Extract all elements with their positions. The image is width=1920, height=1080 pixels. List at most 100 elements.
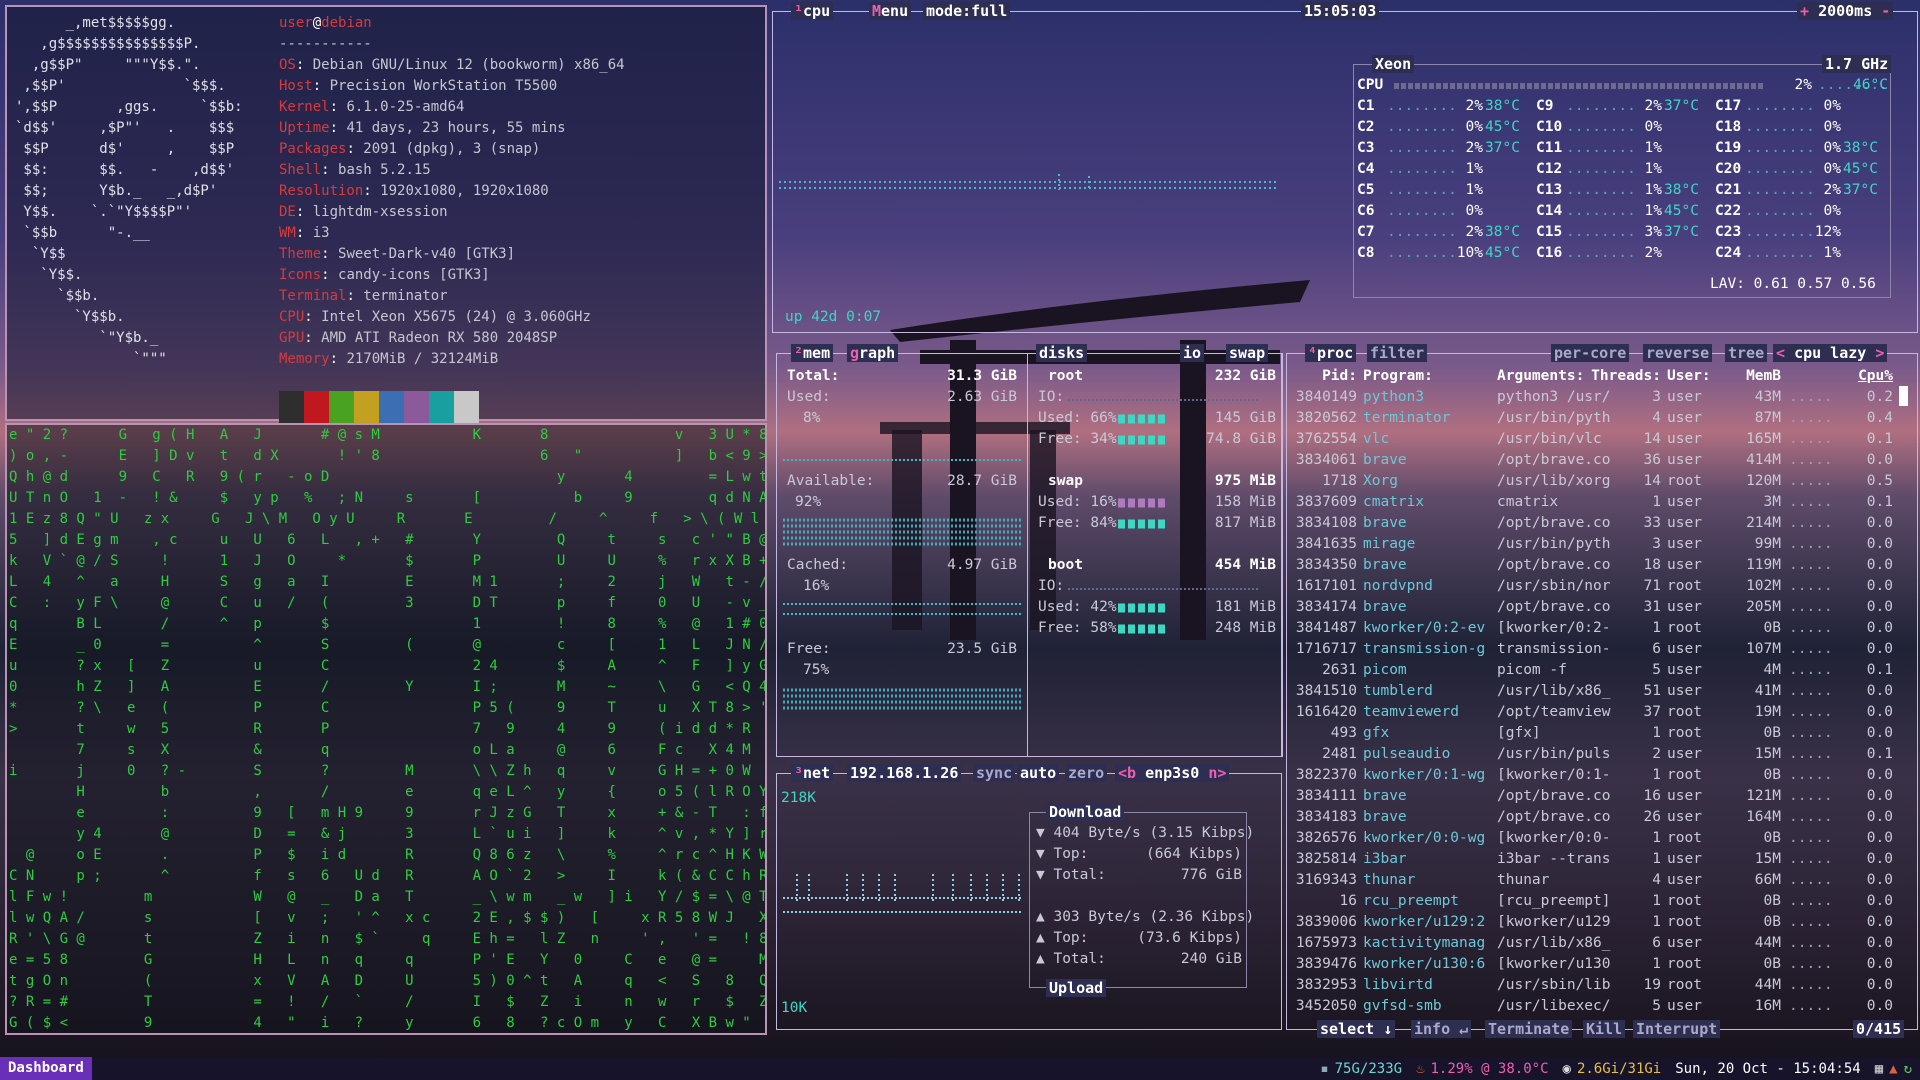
graph-toggle[interactable]: graph [847, 344, 899, 362]
core-percent: 2% [1644, 245, 1662, 261]
sort-prev[interactable]: < [1776, 344, 1785, 362]
table-row[interactable]: 3840149 python3 python3 /usr/3 user 43M 0.2..… [1287, 387, 1907, 408]
mem-tab[interactable]: ²mem [791, 344, 834, 362]
sync-toggle[interactable]: sync [973, 764, 1016, 782]
tree-toggle[interactable]: tree [1725, 344, 1768, 362]
reverse-toggle[interactable]: reverse [1643, 344, 1713, 362]
proc-header-mem[interactable]: MemB [1725, 366, 1781, 387]
table-row[interactable]: 3825814 i3bar i3bar --trans 1 user 15M 0.0....… [1287, 849, 1907, 870]
table-row[interactable]: 3834174 brave/opt/brave.co 31 user 205M 0.0..… [1287, 597, 1907, 618]
interval-minus[interactable]: - [1881, 2, 1890, 20]
menu-button[interactable]: Menu [869, 2, 912, 20]
sort-next[interactable]: > [1875, 344, 1884, 362]
per-core-toggle[interactable]: per-core [1551, 344, 1630, 362]
filter-button[interactable]: filter [1367, 344, 1428, 362]
table-row[interactable]: 16 rcu_preempt [rcu_preempt] 1 root 0B 0.0....… [1287, 891, 1907, 912]
proc-header-cpu[interactable]: Cpu% [1843, 366, 1893, 387]
table-row[interactable]: 3832953 libvirtd/usr/sbin/lib 19 root 44M 0.0… [1287, 975, 1907, 996]
table-row[interactable]: 3837609 cmatrix cmatrix 1 user 3M 0.1..... [1287, 492, 1907, 513]
tray-icon-network[interactable]: ▦ [1875, 1061, 1883, 1077]
matrix-line: 5 ] d E g m , c u U 6 L , + # Y Q t s c … [9, 532, 767, 548]
workspace-dashboard[interactable]: Dashboard [0, 1057, 92, 1080]
cell-program: kworker/u130:6 [1363, 956, 1486, 972]
cell-program: brave [1363, 788, 1407, 804]
table-row[interactable]: 3820562 terminator/usr/bin/pyth 4 user 87M 0.… [1287, 408, 1907, 429]
select-button[interactable]: select ↓ [1317, 1020, 1396, 1038]
matrix-line: C : y F \ @ C u / ( 3 D T p f 0 U - v _ [9, 595, 767, 611]
info-key: GPU [279, 330, 305, 346]
net-tab[interactable]: ³net [791, 764, 834, 782]
cpu-tab-label: cpu [803, 2, 831, 20]
proc-header-user[interactable]: User: [1667, 366, 1727, 387]
table-row[interactable]: 3762554 vlc/usr/bin/vlc 14 user 165M 0.1..... [1287, 429, 1907, 450]
cell-threads: 1 [1652, 956, 1661, 972]
table-row[interactable]: 3452050 gvfsd-smb/usr/libexec/5 user 16M 0.0… [1287, 996, 1907, 1017]
mode-button[interactable]: mode:full [923, 2, 1011, 20]
net-stats-box: Download ▼ 404 Byte/s (3.15 Kibps) ▼ Top… [1029, 803, 1254, 997]
tray-icon-vlc[interactable]: ▲ [1889, 1061, 1897, 1077]
table-row[interactable]: 3826576 kworker/0:0-wg [kworker/0:0- 1 root 0… [1287, 828, 1907, 849]
core-percent: 0% [1823, 98, 1841, 114]
interval-control[interactable]: + 2000ms - [1797, 2, 1894, 20]
interval-plus[interactable]: + [1800, 2, 1809, 20]
proc-header-threads[interactable]: Threads: [1579, 366, 1661, 387]
cell-pid: 3841487 [1295, 620, 1357, 636]
interface-prev[interactable]: <b [1118, 764, 1136, 782]
cell-pid: 3834111 [1295, 788, 1357, 804]
core-percent: 2% [1823, 182, 1841, 198]
cmatrix-terminal[interactable]: e " 2 ? G g ( H A J # @ s M K 8 v 3 U * … [5, 423, 767, 1035]
info-row: Shell: bash 5.2.15 [279, 160, 625, 181]
download-top-value: (664 Kibps) [1145, 846, 1242, 862]
table-row[interactable]: 3841635 mirage/usr/bin/pyth 3 user 99M 0.0...… [1287, 534, 1907, 555]
cell-mem: 164M [1746, 809, 1781, 825]
table-row[interactable]: 3169343 thunar thunar 4 user 66M 0.0..... [1287, 870, 1907, 891]
zero-toggle[interactable]: zero [1065, 764, 1108, 782]
interface-selector[interactable]: <b enp3s0 n> [1115, 764, 1230, 782]
proc-header-program[interactable]: Program: [1363, 366, 1497, 387]
table-row[interactable]: 3834183 brave/opt/brave.co 26 user 164M 0.0..… [1287, 807, 1907, 828]
table-row[interactable]: 1675973 kactivitymanag/usr/lib/x86_ 6 user 4… [1287, 933, 1907, 954]
info-row: Kernel: 6.1.0-25-amd64 [279, 97, 625, 118]
table-row[interactable]: 3834111 brave/opt/brave.co 16 user 121M 0.0..… [1287, 786, 1907, 807]
proc-scrollbar[interactable] [1899, 386, 1908, 406]
table-row[interactable]: 3834108 brave/opt/brave.co 33 user 214M 0.0..… [1287, 513, 1907, 534]
info-value: 2170MiB / 32124MiB [346, 351, 499, 367]
matrix-line: > t w 5 R P 7 9 4 9 ( i d d * R ) [9, 721, 767, 737]
cell-user: user [1667, 494, 1702, 510]
interface-next[interactable]: n> [1208, 764, 1226, 782]
table-row[interactable]: 3839476 kworker/u130:6 [kworker/u130 1 root 0… [1287, 954, 1907, 975]
tray-icon-sync[interactable]: ↻ [1904, 1061, 1912, 1077]
table-row[interactable]: 1718 Xorg/usr/lib/xorg 14 root 120M 0.5..... [1287, 471, 1907, 492]
table-row[interactable]: 1616420 teamviewerd/opt/teamview 37 root 19M… [1287, 702, 1907, 723]
proc-tab[interactable]: ⁴proc [1305, 344, 1357, 362]
table-row[interactable]: 3841510 tumblerd/usr/lib/x86_ 51 user 41M 0.0… [1287, 681, 1907, 702]
terminate-button[interactable]: Terminate [1485, 1020, 1573, 1038]
table-row[interactable]: 1716717 transmission-g transmission- 6 user 1… [1287, 639, 1907, 660]
table-row[interactable]: 3834350 brave/opt/brave.co 18 user 119M 0.0..… [1287, 555, 1907, 576]
cpu-tab[interactable]: ¹cpu [791, 2, 834, 20]
proc-header-pid[interactable]: Pid: [1291, 366, 1357, 387]
table-row[interactable]: 2481 pulseaudio/usr/bin/puls 2 user 15M 0.1..… [1287, 744, 1907, 765]
table-row[interactable]: 3834061 brave/opt/brave.co 36 user 414M 0.0..… [1287, 450, 1907, 471]
table-row[interactable]: 3841487 kworker/0:2-ev [kworker/0:2- 1 root 0… [1287, 618, 1907, 639]
info-button[interactable]: info ↵ [1411, 1020, 1472, 1038]
table-row[interactable]: 2631 picom picom -f 5 user 4M 0.1..... [1287, 660, 1907, 681]
kill-button[interactable]: Kill [1583, 1020, 1626, 1038]
auto-toggle[interactable]: auto [1017, 764, 1060, 782]
table-row[interactable]: 493 gfx [gfx] 1 root 0B 0.0..... [1287, 723, 1907, 744]
upload-top-label: ▲ Top: [1036, 930, 1089, 946]
table-row[interactable]: 1617101 nordvpnd/usr/sbin/nor 71 root 102M 0.… [1287, 576, 1907, 597]
interrupt-button[interactable]: Interrupt [1633, 1020, 1721, 1038]
core-label: C10 [1536, 119, 1563, 135]
interval-value: 2000ms [1818, 2, 1873, 20]
btop-monitor[interactable]: ¹cpu Menu mode:full 15:05:03 + 2000ms - … [772, 2, 1918, 1038]
table-row[interactable]: 3839006 kworker/u129:2 [kworker/u129 1 root 0… [1287, 912, 1907, 933]
neofetch-terminal[interactable]: _,met$$$$$gg. ,g$$$$$$$$$$$$$$$P. ,g$$P"… [5, 5, 767, 425]
info-value: Precision WorkStation T5500 [329, 78, 558, 94]
table-row[interactable]: 3822370 kworker/0:1-wg [kworker/0:1- 1 root 0… [1287, 765, 1907, 786]
info-key: Memory [279, 351, 330, 367]
sort-selector[interactable]: < cpu lazy > [1773, 344, 1888, 362]
user-name: user [279, 15, 313, 31]
cpu-mini-graph: ..... [1789, 389, 1833, 405]
cell-mem: 121M [1746, 788, 1781, 804]
